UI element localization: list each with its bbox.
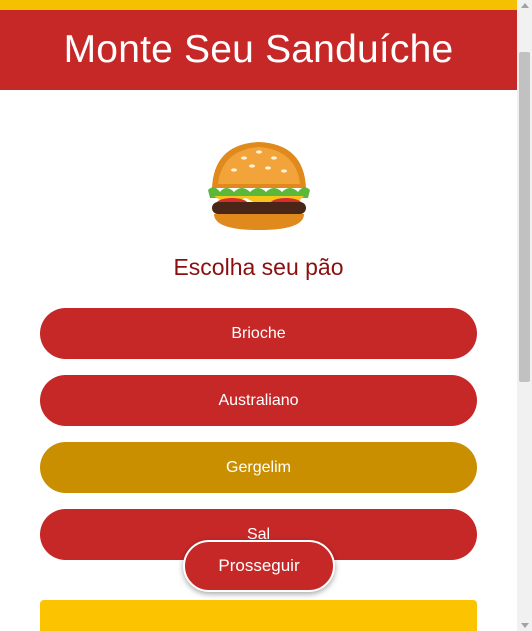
option-brioche-button[interactable]: Brioche bbox=[40, 308, 477, 359]
summary-panel bbox=[40, 600, 477, 631]
top-accent-bar bbox=[0, 0, 517, 10]
option-label: Brioche bbox=[231, 324, 286, 342]
step-title: Escolha seu pão bbox=[173, 254, 344, 280]
page-header: Monte Seu Sanduíche bbox=[0, 10, 517, 90]
vertical-scrollbar[interactable] bbox=[517, 0, 532, 631]
scroll-up-arrow-icon[interactable] bbox=[521, 3, 529, 8]
proceed-button[interactable]: Prosseguir bbox=[183, 540, 335, 592]
scroll-down-arrow-icon[interactable] bbox=[521, 623, 529, 628]
option-gergelim-button[interactable]: Gergelim bbox=[40, 442, 477, 493]
option-australiano-button[interactable]: Australiano bbox=[40, 375, 477, 426]
proceed-label: Prosseguir bbox=[218, 556, 300, 575]
option-label: Australiano bbox=[218, 391, 299, 409]
page-title: Monte Seu Sanduíche bbox=[63, 28, 454, 71]
hamburger-icon bbox=[208, 142, 310, 230]
option-label: Gergelim bbox=[226, 458, 291, 476]
scrollbar-thumb[interactable] bbox=[519, 52, 530, 382]
